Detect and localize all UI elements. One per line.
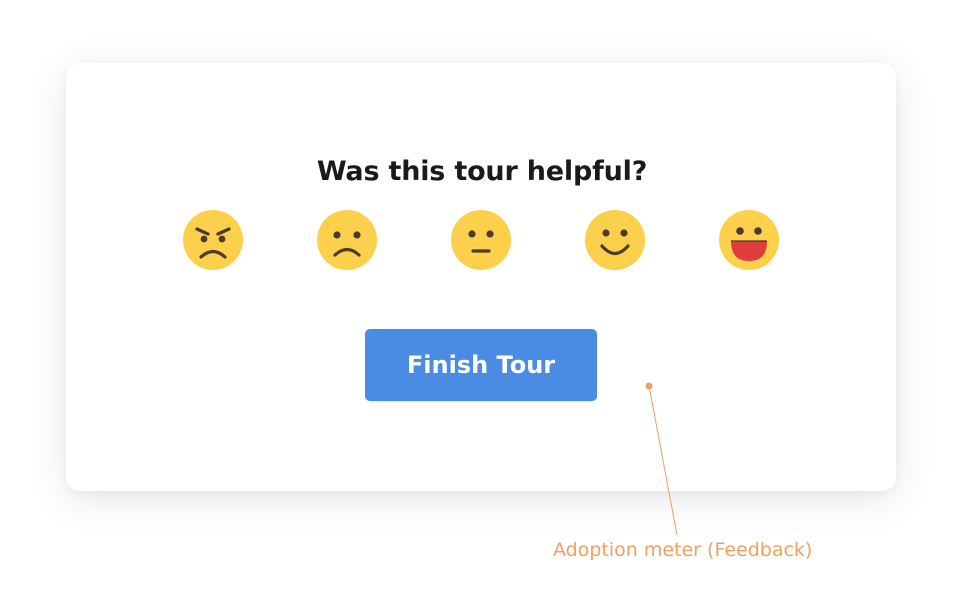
finish-tour-button[interactable]: Finish Tour <box>365 329 597 401</box>
annotation-label: Adoption meter (Feedback) <box>553 539 813 561</box>
happy-face-icon[interactable] <box>718 209 780 271</box>
feedback-card <box>66 63 896 491</box>
sad-face-icon[interactable] <box>316 209 378 271</box>
angry-face-icon[interactable] <box>182 209 244 271</box>
neutral-face-icon[interactable] <box>450 209 512 271</box>
screenshot-stage: Was this tour helpful? Finish Tour Adopt… <box>0 0 964 602</box>
feedback-question: Was this tour helpful? <box>316 156 648 187</box>
smile-face-icon[interactable] <box>584 209 646 271</box>
